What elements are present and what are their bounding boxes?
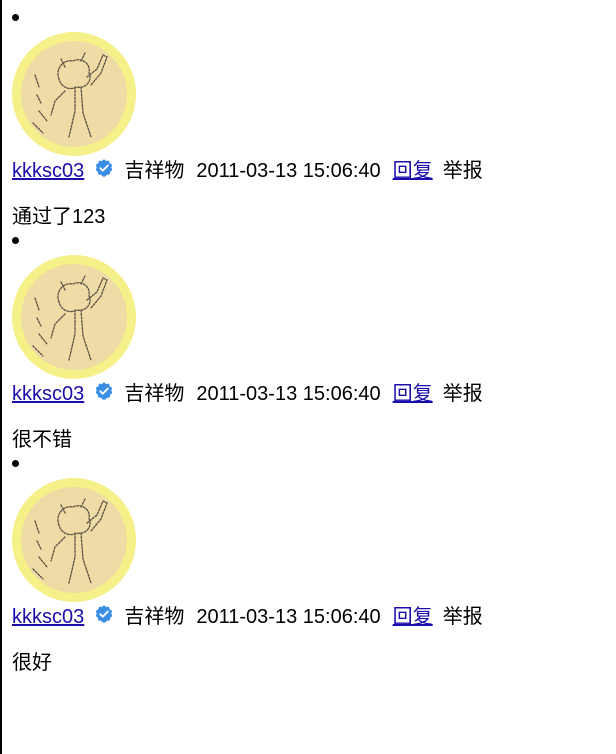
list-bullet (12, 14, 19, 21)
username-link[interactable]: kkksc03 (12, 159, 84, 183)
comment-item: kkksc03 吉祥物 2011-03-13 15:06:40 回复 举报 很不… (12, 230, 602, 453)
left-border-line (0, 0, 2, 754)
sketch-figure-icon (32, 52, 108, 138)
report-link[interactable]: 举报 (443, 159, 483, 183)
comment-time: 2011-03-13 15:06:40 (196, 160, 381, 182)
comment-item: kkksc03 吉祥物 2011-03-13 15:06:40 回复 举报 很好 (12, 453, 602, 676)
reply-link[interactable]: 回复 (393, 159, 433, 183)
comment-content: 通过了123 (12, 206, 106, 228)
comment-meta: kkksc03 吉祥物 2011-03-13 15:06:40 回复 举报 (12, 381, 483, 407)
verified-badge-icon (90, 604, 118, 630)
avatar-sketch-image (21, 264, 127, 370)
user-level: 吉祥物 (124, 160, 185, 182)
username-link[interactable]: kkksc03 (12, 382, 84, 406)
sketch-figure-icon (32, 498, 108, 584)
verified-badge-icon (90, 158, 118, 184)
reply-link[interactable]: 回复 (393, 605, 433, 629)
comment-meta: kkksc03 吉祥物 2011-03-13 15:06:40 回复 举报 (12, 158, 483, 184)
list-bullet (12, 237, 19, 244)
comment-item: kkksc03 吉祥物 2011-03-13 15:06:40 回复 举报 通过… (12, 7, 602, 230)
username-link[interactable]: kkksc03 (12, 605, 84, 629)
comment-time: 2011-03-13 15:06:40 (196, 606, 381, 628)
avatar[interactable] (12, 32, 136, 156)
comment-content: 很好 (12, 652, 52, 674)
avatar[interactable] (12, 478, 136, 602)
sketch-figure-icon (32, 275, 108, 361)
comment-time: 2011-03-13 15:06:40 (196, 383, 381, 405)
list-bullet (12, 460, 19, 467)
comment-content: 很不错 (12, 429, 72, 451)
user-level: 吉祥物 (124, 606, 185, 628)
avatar[interactable] (12, 255, 136, 379)
reply-link[interactable]: 回复 (393, 382, 433, 406)
comment-meta: kkksc03 吉祥物 2011-03-13 15:06:40 回复 举报 (12, 604, 483, 630)
report-link[interactable]: 举报 (443, 382, 483, 406)
avatar-sketch-image (21, 41, 127, 147)
user-level: 吉祥物 (124, 383, 185, 405)
verified-badge-icon (90, 381, 118, 407)
comment-list: kkksc03 吉祥物 2011-03-13 15:06:40 回复 举报 通过… (12, 7, 602, 676)
report-link[interactable]: 举报 (443, 605, 483, 629)
avatar-sketch-image (21, 487, 127, 593)
